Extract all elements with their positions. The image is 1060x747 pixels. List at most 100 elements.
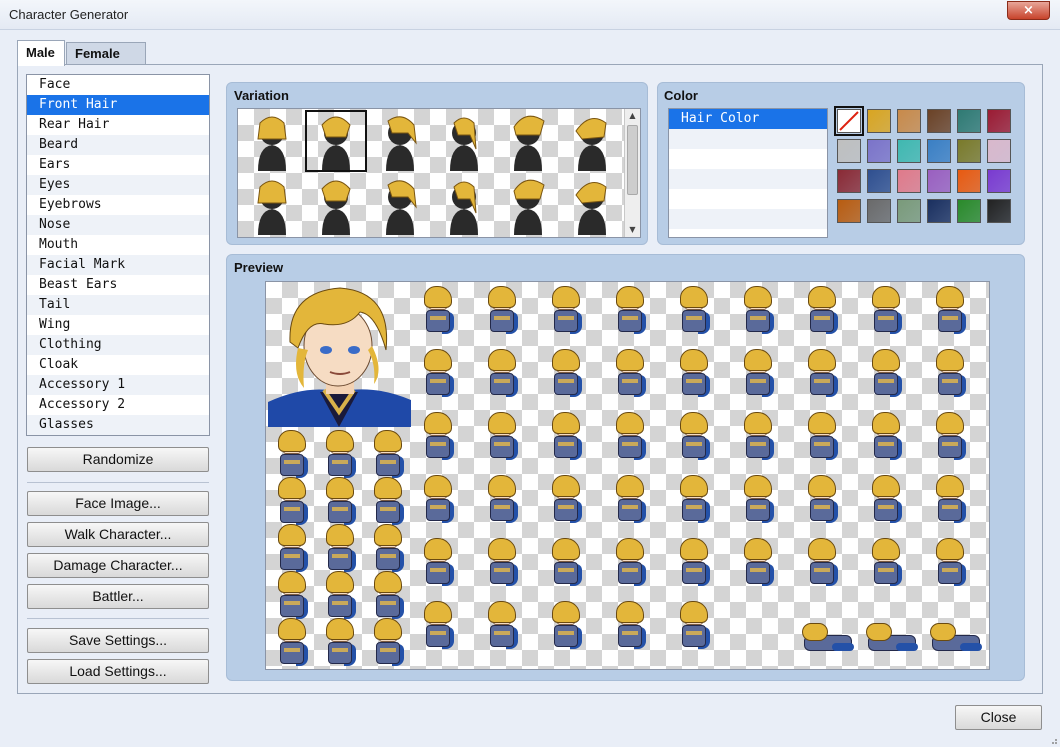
list-item[interactable]: Glasses — [27, 415, 209, 435]
close-button[interactable]: Close — [955, 705, 1042, 730]
character-sprite — [482, 286, 522, 338]
walk-character-button[interactable]: Walk Character... — [27, 522, 209, 547]
character-sprite — [866, 538, 906, 590]
character-sprite — [802, 475, 842, 527]
color-swatch[interactable] — [927, 199, 951, 223]
list-item[interactable]: Clothing — [27, 335, 209, 355]
list-item[interactable]: Cloak — [27, 355, 209, 375]
variation-grid[interactable]: ▲ ▼ — [237, 108, 641, 238]
color-swatch[interactable] — [897, 109, 921, 133]
hair-variation-cell[interactable] — [240, 109, 304, 173]
color-swatch[interactable] — [987, 109, 1011, 133]
title-bar: Character Generator × — [0, 0, 1060, 30]
hair-variation-cell[interactable] — [368, 173, 432, 237]
color-swatch[interactable] — [987, 169, 1011, 193]
color-swatch[interactable] — [867, 199, 891, 223]
scrollbar-thumb[interactable] — [627, 125, 638, 195]
color-swatch[interactable] — [837, 199, 861, 223]
color-list-item[interactable] — [669, 129, 827, 149]
character-sprite — [418, 349, 458, 401]
color-list[interactable]: Hair Color — [668, 108, 828, 238]
battler-button[interactable]: Battler... — [27, 584, 209, 609]
hair-variation-cell[interactable] — [496, 109, 560, 173]
color-swatch[interactable] — [957, 139, 981, 163]
character-sprite — [546, 601, 586, 653]
triangle-up-icon[interactable]: ▲ — [625, 109, 640, 123]
list-item[interactable]: Wing — [27, 315, 209, 335]
randomize-button[interactable]: Randomize — [27, 447, 209, 472]
hair-variation-cell[interactable] — [304, 109, 368, 173]
color-swatch[interactable] — [957, 169, 981, 193]
character-sprite — [610, 286, 650, 338]
color-swatch[interactable] — [837, 169, 861, 193]
list-item[interactable]: Nose — [27, 215, 209, 235]
hair-variation-cell[interactable] — [432, 173, 496, 237]
list-item[interactable]: Accessory 1 — [27, 375, 209, 395]
color-swatch[interactable] — [987, 199, 1011, 223]
color-swatch[interactable] — [927, 169, 951, 193]
list-item[interactable]: Eyebrows — [27, 195, 209, 215]
color-swatch[interactable] — [867, 109, 891, 133]
list-item[interactable]: Front Hair — [27, 95, 209, 115]
color-swatch[interactable] — [897, 199, 921, 223]
list-item[interactable]: Beard — [27, 135, 209, 155]
character-sprite — [418, 412, 458, 464]
color-swatch[interactable] — [957, 199, 981, 223]
character-sprite — [866, 286, 906, 338]
list-item[interactable]: Rear Hair — [27, 115, 209, 135]
tab-female[interactable]: Female — [66, 42, 146, 65]
variation-scrollbar[interactable]: ▲ ▼ — [624, 109, 640, 237]
hair-variation-cell[interactable] — [432, 109, 496, 173]
list-item[interactable]: Face — [27, 75, 209, 95]
color-swatch-none[interactable] — [834, 106, 864, 136]
color-swatch[interactable] — [867, 169, 891, 193]
character-sprite — [866, 349, 906, 401]
character-sprite — [610, 349, 650, 401]
character-sprite — [546, 412, 586, 464]
character-sprite — [802, 412, 842, 464]
color-swatch[interactable] — [837, 139, 861, 163]
face-portrait — [268, 284, 411, 427]
color-swatch[interactable] — [897, 169, 921, 193]
character-sprite — [866, 475, 906, 527]
color-swatch[interactable] — [957, 109, 981, 133]
color-swatch[interactable] — [927, 139, 951, 163]
list-item[interactable]: Tail — [27, 295, 209, 315]
character-sprite — [482, 538, 522, 590]
hair-variation-cell[interactable] — [496, 173, 560, 237]
hair-variation-cell[interactable] — [560, 109, 624, 173]
color-list-item[interactable] — [669, 149, 827, 169]
resize-grip-icon[interactable] — [1048, 735, 1058, 745]
save-settings-button[interactable]: Save Settings... — [27, 628, 209, 653]
load-settings-button[interactable]: Load Settings... — [27, 659, 209, 684]
list-item[interactable]: Accessory 2 — [27, 395, 209, 415]
damage-character-button[interactable]: Damage Character... — [27, 553, 209, 578]
color-swatch[interactable] — [867, 139, 891, 163]
face-image-button[interactable]: Face Image... — [27, 491, 209, 516]
window-close-button[interactable]: × — [1007, 1, 1050, 20]
hair-variation-cell[interactable] — [304, 173, 368, 237]
list-item[interactable]: Beast Ears — [27, 275, 209, 295]
color-swatch[interactable] — [987, 139, 1011, 163]
character-sprite — [546, 538, 586, 590]
character-sprite — [930, 412, 970, 464]
hair-variation-cell[interactable] — [240, 173, 304, 237]
character-sprite — [930, 607, 986, 659]
hair-variation-cell[interactable] — [560, 173, 624, 237]
divider — [27, 482, 209, 483]
parts-list[interactable]: Face Front Hair Rear Hair Beard Ears Eyes Eyeb… — [26, 74, 210, 436]
color-list-item[interactable] — [669, 209, 827, 229]
list-item[interactable]: Ears — [27, 155, 209, 175]
color-list-item[interactable] — [669, 189, 827, 209]
list-item[interactable]: Facial Mark — [27, 255, 209, 275]
color-list-item[interactable] — [669, 169, 827, 189]
color-list-item[interactable]: Hair Color — [669, 109, 827, 129]
character-sprite — [482, 349, 522, 401]
list-item[interactable]: Eyes — [27, 175, 209, 195]
triangle-down-icon[interactable]: ▼ — [625, 223, 640, 237]
hair-variation-cell[interactable] — [368, 109, 432, 173]
color-swatch[interactable] — [927, 109, 951, 133]
list-item[interactable]: Mouth — [27, 235, 209, 255]
tab-male[interactable]: Male — [17, 40, 65, 66]
color-swatch[interactable] — [897, 139, 921, 163]
